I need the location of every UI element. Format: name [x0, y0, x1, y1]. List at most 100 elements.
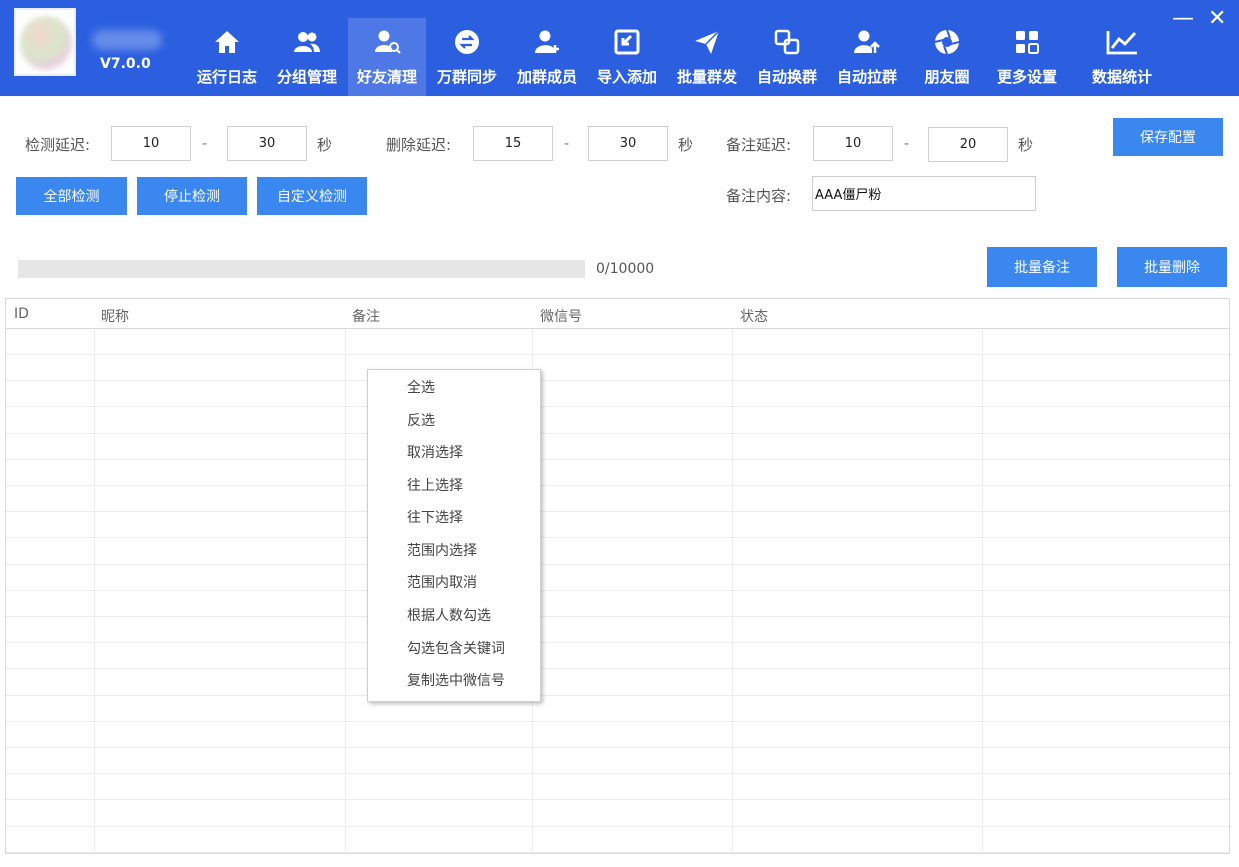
delete-delay-label: 删除延迟: — [386, 136, 452, 154]
sync-icon — [455, 30, 479, 54]
table-row[interactable] — [6, 670, 1229, 696]
remark-delay-max-input[interactable] — [928, 127, 1008, 162]
minimize-button[interactable]: — — [1172, 6, 1194, 31]
friends-table[interactable]: ID 昵称 备注 微信号 状态 — [5, 298, 1230, 854]
check-delay-min-input[interactable] — [111, 126, 191, 161]
menu-item-select-down[interactable]: 往下选择 — [368, 502, 540, 534]
delete-delay-min-input[interactable] — [473, 126, 553, 161]
table-row[interactable] — [6, 722, 1229, 748]
nav-run-log[interactable]: 运行日志 — [188, 18, 266, 96]
check-delay-unit: 秒 — [317, 136, 333, 154]
nav-label: 自动换群 — [756, 68, 817, 86]
nav-label: 批量群发 — [676, 68, 737, 86]
nav-statistics[interactable]: 数据统计 — [1078, 18, 1166, 96]
nav-label: 朋友圈 — [924, 68, 970, 86]
table-row[interactable] — [6, 617, 1229, 644]
table-row[interactable] — [6, 591, 1229, 617]
check-all-button[interactable]: 全部检测 — [16, 177, 127, 215]
table-row[interactable] — [6, 643, 1229, 670]
remark-delay-unit: 秒 — [1018, 136, 1034, 154]
check-delay-max-input[interactable] — [227, 126, 307, 161]
table-row[interactable] — [6, 565, 1229, 591]
version-label: V7.0.0 — [100, 56, 151, 72]
nav-auto-switch[interactable]: 自动换群 — [748, 18, 826, 96]
table-row[interactable] — [6, 381, 1229, 408]
username-blurred — [92, 30, 162, 50]
menu-item-select-by-count[interactable]: 根据人数勾选 — [368, 600, 540, 632]
menu-item-select-all[interactable]: 全选 — [368, 372, 540, 404]
nav-label: 运行日志 — [196, 68, 257, 86]
nav-import-add[interactable]: 导入添加 — [588, 18, 666, 96]
nav-label: 加群成员 — [516, 68, 577, 86]
nav-label: 分组管理 — [276, 68, 337, 86]
column-header-wechat-id[interactable]: 微信号 — [540, 306, 582, 326]
nav-friend-clean[interactable]: 好友清理 — [348, 18, 426, 96]
range-dash: - — [202, 136, 208, 152]
menu-item-select-up[interactable]: 往上选择 — [368, 470, 540, 502]
range-dash: - — [904, 136, 910, 152]
table-row[interactable] — [6, 774, 1229, 801]
avatar[interactable] — [14, 8, 76, 76]
table-row[interactable] — [6, 539, 1229, 565]
table-row[interactable] — [6, 696, 1229, 722]
nav-label: 好友清理 — [356, 68, 417, 86]
nav-label: 万群同步 — [436, 68, 497, 86]
batch-remark-button[interactable]: 批量备注 — [987, 247, 1097, 287]
user-search-icon — [375, 30, 401, 54]
menu-item-invert-selection[interactable]: 反选 — [368, 405, 540, 437]
nav-group-sync[interactable]: 万群同步 — [428, 18, 506, 96]
nav-more-settings[interactable]: 更多设置 — [988, 18, 1066, 96]
table-row[interactable] — [6, 329, 1229, 355]
menu-item-select-range[interactable]: 范围内选择 — [368, 535, 540, 567]
users-icon — [294, 32, 320, 52]
column-divider — [732, 329, 733, 853]
table-row[interactable] — [6, 408, 1229, 434]
table-row[interactable] — [6, 460, 1229, 486]
column-header-nickname[interactable]: 昵称 — [101, 306, 129, 326]
table-row[interactable] — [6, 486, 1229, 513]
column-header-status[interactable]: 状态 — [740, 306, 768, 326]
user-add-icon — [535, 30, 559, 53]
custom-check-button[interactable]: 自定义检测 — [257, 177, 367, 215]
user-up-icon — [854, 30, 880, 53]
progress-text: 0/10000 — [596, 261, 655, 277]
table-row[interactable] — [6, 512, 1229, 539]
table-row[interactable] — [6, 801, 1229, 827]
column-divider — [345, 329, 346, 853]
column-divider — [982, 329, 983, 853]
range-dash: - — [564, 136, 570, 152]
nav-batch-send[interactable]: 批量群发 — [668, 18, 746, 96]
remark-content-label: 备注内容: — [726, 187, 792, 205]
remark-delay-min-input[interactable] — [813, 126, 893, 161]
menu-item-select-by-keyword[interactable]: 勾选包含关键词 — [368, 633, 540, 665]
remark-content-input[interactable] — [812, 176, 1036, 211]
delete-delay-max-input[interactable] — [588, 126, 668, 161]
save-config-button[interactable]: 保存配置 — [1113, 118, 1223, 156]
menu-item-cancel-selection[interactable]: 取消选择 — [368, 437, 540, 469]
nav-label: 数据统计 — [1091, 68, 1152, 86]
table-row[interactable] — [6, 434, 1229, 460]
menu-item-copy-wechat-id[interactable]: 复制选中微信号 — [368, 665, 540, 697]
home-icon — [215, 31, 239, 53]
nav-moments[interactable]: 朋友圈 — [908, 18, 986, 96]
remark-delay-label: 备注延迟: — [726, 136, 792, 154]
stop-check-button[interactable]: 停止检测 — [137, 177, 247, 215]
switch-icon — [774, 29, 800, 55]
top-bar: V7.0.0 运行日志 分组管理 好友清理 万群同步 加群成员 导入添加 批量群 — [0, 0, 1239, 96]
table-row[interactable] — [6, 355, 1229, 382]
batch-delete-button[interactable]: 批量删除 — [1117, 247, 1227, 287]
nav-group-manage[interactable]: 分组管理 — [268, 18, 346, 96]
grid-icon — [1016, 31, 1039, 54]
menu-item-cancel-range[interactable]: 范围内取消 — [368, 567, 540, 599]
column-header-id[interactable]: ID — [14, 306, 29, 322]
table-row[interactable] — [6, 748, 1229, 775]
nav-auto-pull[interactable]: 自动拉群 — [828, 18, 906, 96]
table-row[interactable] — [6, 827, 1229, 853]
column-header-remark[interactable]: 备注 — [352, 306, 380, 326]
delete-delay-unit: 秒 — [678, 136, 694, 154]
aperture-icon — [934, 29, 960, 55]
context-menu: 全选 反选 取消选择 往上选择 往下选择 范围内选择 范围内取消 根据人数勾选 … — [367, 369, 541, 702]
chart-icon — [1106, 31, 1137, 55]
close-button[interactable]: ✕ — [1208, 6, 1226, 31]
nav-add-members[interactable]: 加群成员 — [508, 18, 586, 96]
